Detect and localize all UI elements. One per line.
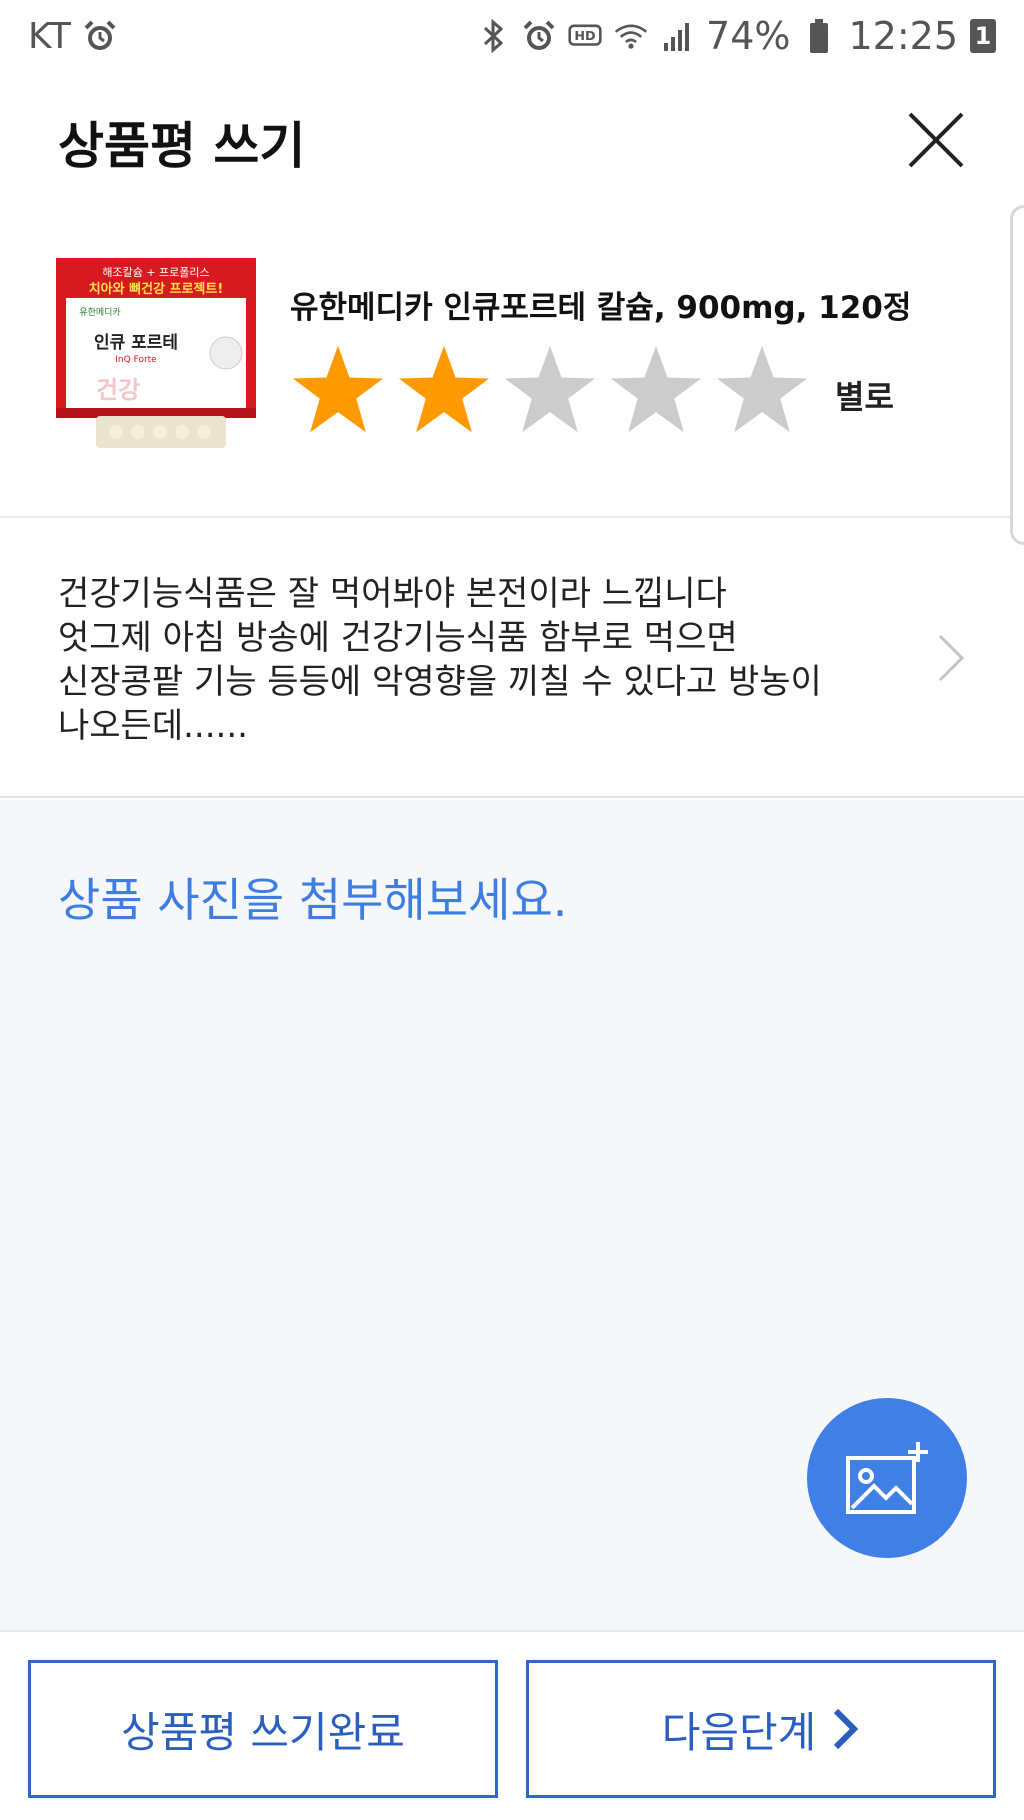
battery-percent: 74% <box>706 14 791 58</box>
alarm-icon <box>83 19 117 53</box>
review-line-2: 엇그제 아침 방송에 건강기능식품 함부로 먹으면 <box>58 618 738 658</box>
star-4-shape <box>610 345 702 433</box>
star-3-icon[interactable] <box>502 342 598 438</box>
add-image-icon <box>846 1442 928 1514</box>
next-step-label: 다음단계 <box>661 1707 817 1757</box>
thumb-top-text: 해조칼슘 + 프로폴리스 <box>102 265 209 279</box>
complete-review-label: 상품평 쓰기완료 <box>121 1707 405 1757</box>
rating-label: 별로 <box>835 378 894 416</box>
star-2-shape <box>398 345 490 433</box>
star-4-icon[interactable] <box>608 342 704 438</box>
close-icon <box>908 112 964 168</box>
review-line-3: 신장콩팥 기능 등등에 악영향을 끼칠 수 있다고 방농이 <box>58 662 822 702</box>
complete-review-button[interactable]: 상품평 쓰기완료 <box>28 1660 498 1798</box>
product-section: 해조칼슘 + 프로폴리스 치아와 뼈건강 프로젝트! 유한메디카 인큐 포르테 … <box>0 202 1010 518</box>
scroll-edge-indicator <box>1010 205 1024 545</box>
bottom-action-bar: 상품평 쓰기완료 다음단계 <box>0 1630 1024 1820</box>
hd-voice-icon: HD <box>568 19 602 53</box>
status-bar: KT HD 74% 12:25 1 <box>0 0 1024 72</box>
chevron-right-icon <box>834 1708 859 1750</box>
star-1-shape <box>292 345 384 433</box>
bluetooth-icon <box>476 19 510 53</box>
alarm-icon <box>522 19 556 53</box>
star-3-shape <box>504 345 596 433</box>
review-text: 건강기능식품은 잘 먹어봐야 본전이라 느낍니다 엇그제 아침 방송에 건강기능… <box>58 572 878 748</box>
review-line-4: 나오든데...... <box>58 706 248 746</box>
carrier-label: KT <box>28 15 71 57</box>
page-title: 상품평 쓰기 <box>58 117 306 175</box>
thumb-name-text: 인큐 포르테 <box>94 333 178 353</box>
signal-icon <box>660 19 694 53</box>
battery-icon <box>802 19 836 53</box>
status-left: KT <box>28 16 117 57</box>
svg-text:HD: HD <box>574 29 595 44</box>
thumb-stamp-text: 건강 <box>96 376 140 404</box>
thumb-headline-text: 치아와 뼈건강 프로젝트! <box>89 281 224 297</box>
thumb-name-en-text: InQ Forte <box>115 355 157 365</box>
review-text-section[interactable]: 건강기능식품은 잘 먹어봐야 본전이라 느낍니다 엇그제 아침 방송에 건강기능… <box>0 520 1024 798</box>
star-1-icon[interactable] <box>290 342 386 438</box>
photo-prompt: 상품 사진을 첨부해보세요. <box>58 873 568 927</box>
chevron-right-icon <box>938 634 965 682</box>
clock: 12:25 <box>848 14 958 58</box>
photo-attach-area: 상품 사진을 첨부해보세요. <box>0 800 1024 1630</box>
header: 상품평 쓰기 <box>0 72 1024 202</box>
status-right: HD 74% 12:25 1 <box>476 14 996 58</box>
add-photo-button[interactable] <box>807 1398 967 1558</box>
star-2-icon[interactable] <box>396 342 492 438</box>
review-line-1: 건강기능식품은 잘 먹어봐야 본전이라 느낍니다 <box>58 574 727 614</box>
product-thumbnail: 해조칼슘 + 프로폴리스 치아와 뼈건강 프로젝트! 유한메디카 인큐 포르테 … <box>56 258 256 454</box>
star-5-shape <box>716 345 808 433</box>
wifi-icon <box>614 19 648 53</box>
thumb-brand-text: 유한메디카 <box>79 307 120 318</box>
next-step-button[interactable]: 다음단계 <box>526 1660 996 1798</box>
star-5-icon[interactable] <box>714 342 810 438</box>
star-rating[interactable] <box>290 342 810 438</box>
close-button[interactable] <box>896 100 976 180</box>
notification-count-badge: 1 <box>970 19 996 53</box>
product-name: 유한메디카 인큐포르테 칼슘, 900mg, 120정 <box>290 290 912 326</box>
